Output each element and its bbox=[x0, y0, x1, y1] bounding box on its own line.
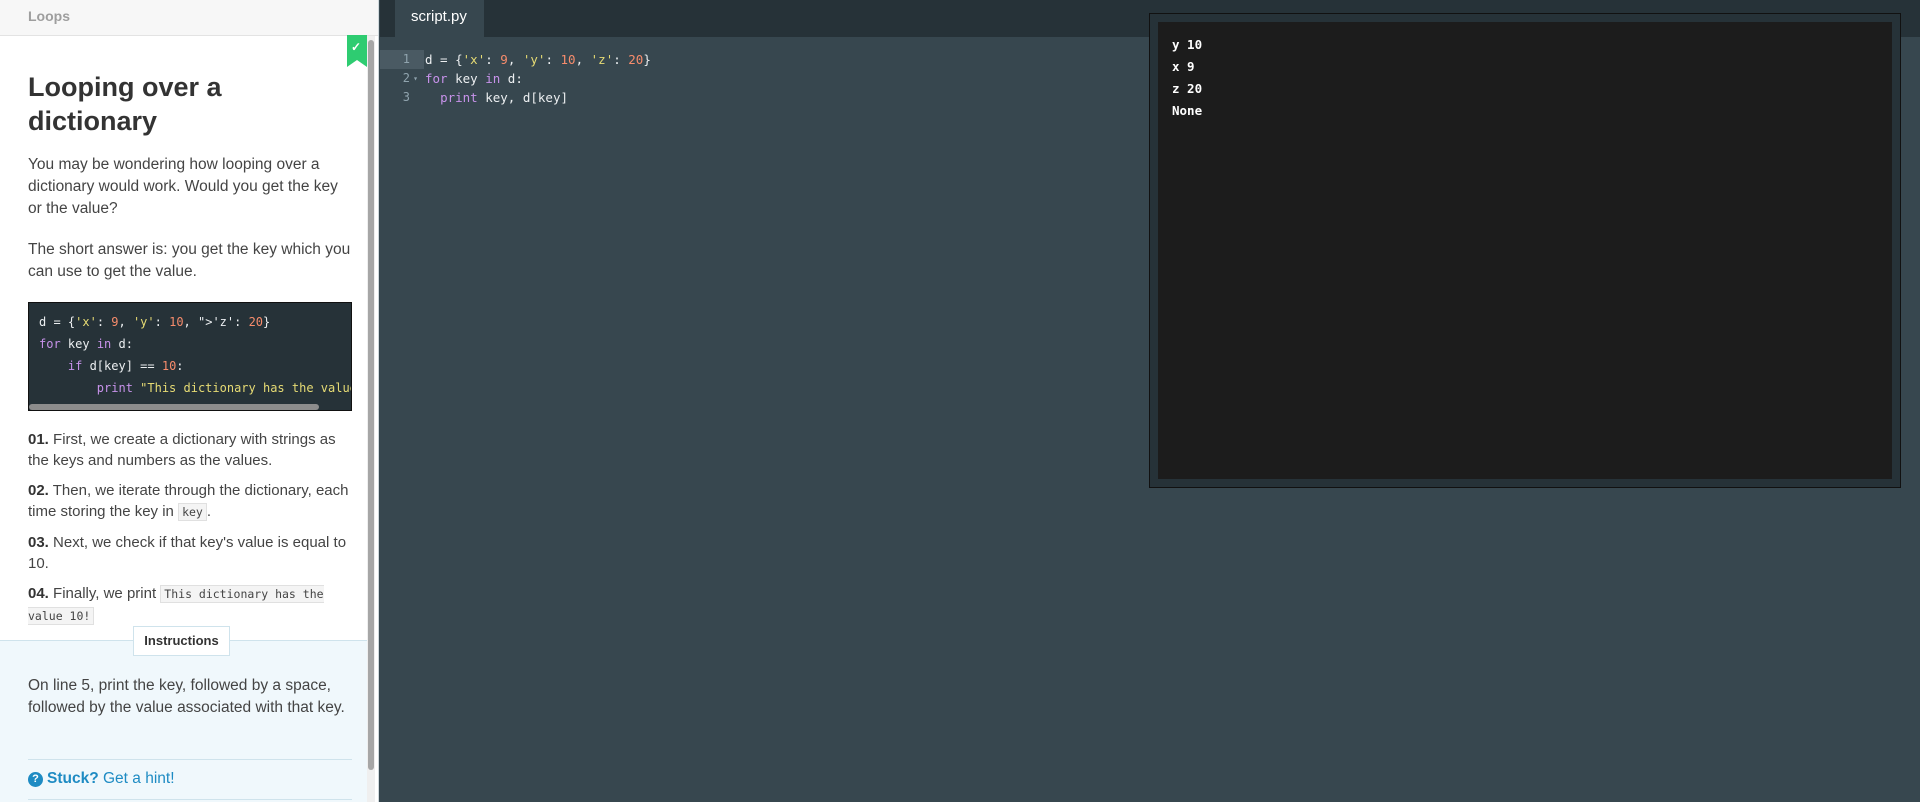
step-number: 02. bbox=[28, 482, 49, 499]
step-text: Next, we check if that key's value is eq… bbox=[28, 534, 347, 572]
instructions-section: Instructions On line 5, print the key, f… bbox=[0, 626, 367, 802]
code-editor[interactable]: d = {'x': 9, 'y': 10, 'z': 20} for key in… bbox=[425, 50, 651, 107]
console-output-line: None bbox=[1172, 103, 1203, 118]
line-number: 3 bbox=[402, 90, 410, 104]
step-item: 02. Then, we iterate through the diction… bbox=[28, 480, 352, 523]
line-number: 1 bbox=[380, 50, 424, 69]
lesson-paragraph: You may be wondering how looping over a … bbox=[28, 156, 338, 217]
step-item: 04. Finally, we print This dictionary ha… bbox=[28, 583, 352, 627]
question-icon: ? bbox=[28, 772, 43, 787]
step-text: . bbox=[206, 503, 212, 520]
course-title: Loops bbox=[0, 0, 378, 36]
instructions-text: On line 5, print the key, followed by a … bbox=[28, 677, 345, 716]
lesson-panel: Loops Looping over a dictionary You may … bbox=[0, 0, 379, 802]
lesson-content: Looping over a dictionary You may be won… bbox=[28, 70, 352, 636]
line-number-gutter: 1 2 ▾ 3 bbox=[380, 50, 424, 107]
code-example[interactable]: d = {'x': 9, 'y': 10, ">'z': 20} for key… bbox=[28, 302, 352, 411]
step-text: Finally, we print bbox=[53, 585, 161, 602]
hint-strong: Stuck? bbox=[47, 770, 99, 787]
tab-script-py[interactable]: script.py bbox=[395, 0, 484, 37]
console-output-area[interactable]: y 10 x 9 z 20 None bbox=[1158, 22, 1892, 479]
step-item: 01. First, we create a dictionary with s… bbox=[28, 429, 352, 471]
inline-code: key bbox=[178, 503, 207, 521]
check-icon: ✓ bbox=[351, 40, 362, 54]
step-text: First, we create a dictionary with strin… bbox=[28, 431, 336, 469]
console-output-line: z 20 bbox=[1172, 81, 1203, 96]
code-example-text: d = {'x': 9, 'y': 10, ">'z': 20} for key… bbox=[39, 315, 352, 395]
step-number: 04. bbox=[28, 585, 49, 602]
code-example-scrollbar[interactable] bbox=[29, 404, 319, 410]
output-console: y 10 x 9 z 20 None bbox=[1149, 13, 1901, 488]
divider bbox=[28, 759, 352, 760]
code-line: d = {'x': 9, 'y': 10, 'z': 20} bbox=[425, 52, 651, 67]
hint-link-text[interactable]: Get a hint! bbox=[103, 770, 175, 787]
scrollbar-thumb[interactable] bbox=[368, 40, 374, 770]
fold-arrow-icon[interactable]: ▾ bbox=[413, 69, 418, 88]
bookmark-badge: ✓ bbox=[347, 35, 367, 67]
step-item: 03. Next, we check if that key's value i… bbox=[28, 532, 352, 574]
lesson-title: Looping over a dictionary bbox=[28, 72, 222, 136]
step-number: 01. bbox=[28, 431, 49, 448]
console-output-line: x 9 bbox=[1172, 59, 1195, 74]
code-line: for key in d: bbox=[425, 71, 523, 86]
code-line: print key, d[key] bbox=[440, 90, 569, 105]
console-output-line: y 10 bbox=[1172, 37, 1203, 52]
instructions-tab[interactable]: Instructions bbox=[133, 626, 230, 656]
divider bbox=[28, 799, 352, 800]
hint-link[interactable]: ? Stuck? Get a hint! bbox=[28, 770, 175, 788]
line-number: 2 ▾ bbox=[380, 69, 424, 88]
lesson-paragraph: The short answer is: you get the key whi… bbox=[28, 241, 351, 280]
step-number: 03. bbox=[28, 534, 49, 551]
